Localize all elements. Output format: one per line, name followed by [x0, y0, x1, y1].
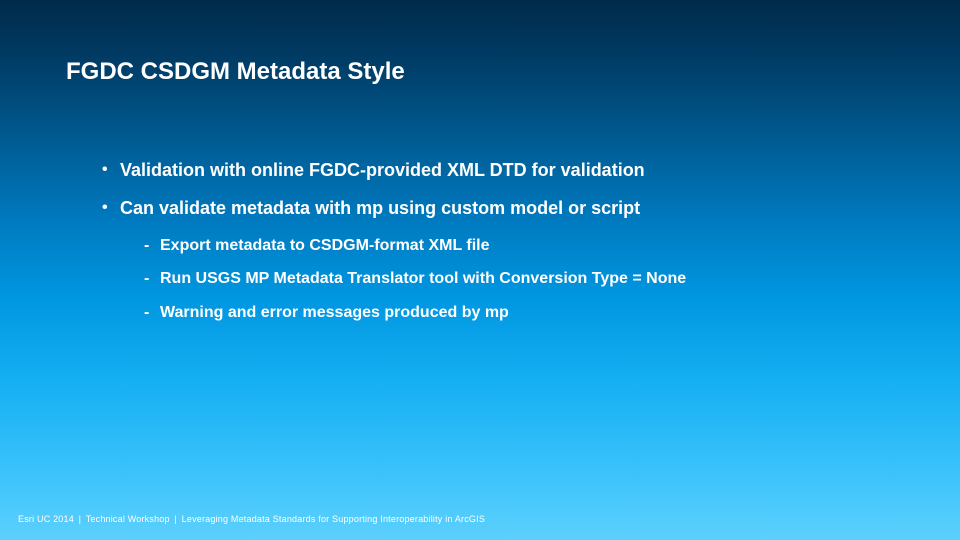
- footer-session: Leveraging Metadata Standards for Suppor…: [182, 514, 485, 524]
- footer-separator: |: [79, 514, 82, 524]
- slide-title: FGDC CSDGM Metadata Style: [66, 58, 960, 86]
- sub-list-item: Run USGS MP Metadata Translator tool wit…: [144, 268, 960, 290]
- list-item: Validation with online FGDC-provided XML…: [102, 158, 960, 182]
- list-item-text: Can validate metadata with mp using cust…: [120, 198, 640, 218]
- footer: Esri UC 2014 | Technical Workshop | Leve…: [18, 514, 485, 524]
- footer-track: Technical Workshop: [86, 514, 170, 524]
- bullet-list: Validation with online FGDC-provided XML…: [66, 158, 960, 323]
- list-item-text: Validation with online FGDC-provided XML…: [120, 160, 645, 180]
- slide: FGDC CSDGM Metadata Style Validation wit…: [0, 0, 960, 540]
- sub-list: Export metadata to CSDGM-format XML file…: [120, 235, 960, 324]
- sub-list-item: Warning and error messages produced by m…: [144, 302, 960, 324]
- list-item: Can validate metadata with mp using cust…: [102, 196, 960, 323]
- sub-list-item: Export metadata to CSDGM-format XML file: [144, 235, 960, 257]
- footer-separator: |: [174, 514, 177, 524]
- footer-event: Esri UC 2014: [18, 514, 74, 524]
